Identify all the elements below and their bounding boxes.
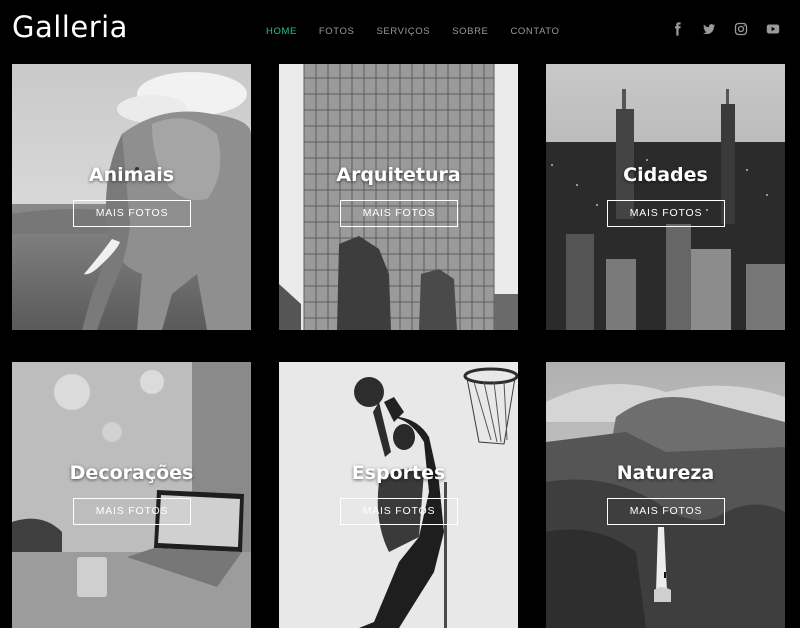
tile-title: Arquitetura (336, 164, 461, 186)
tile-title: Cidades (623, 164, 708, 186)
laptop-desk-photo (12, 362, 251, 628)
tile-title: Esportes (351, 462, 446, 484)
gallery-tile-arquitetura[interactable]: Arquitetura MAIS FOTOS (279, 64, 518, 330)
gallery-tile-cidades[interactable]: Cidades MAIS FOTOS (546, 64, 785, 330)
more-photos-button[interactable]: MAIS FOTOS (340, 200, 458, 227)
elephant-photo (12, 64, 251, 330)
tile-title: Animais (88, 164, 175, 186)
city-skyline-photo (546, 64, 785, 330)
landscape-waterfall-photo (546, 362, 785, 628)
basketball-photo (279, 362, 518, 628)
gallery-tile-natureza[interactable]: Natureza MAIS FOTOS (546, 362, 785, 628)
more-photos-button[interactable]: MAIS FOTOS (340, 498, 458, 525)
building-photo (279, 64, 518, 330)
tile-title: Decorações (69, 462, 194, 484)
more-photos-button[interactable]: MAIS FOTOS (73, 498, 191, 525)
more-photos-button[interactable]: MAIS FOTOS (607, 498, 725, 525)
gallery-grid: Animais MAIS FOTOS Arquitetura MAIS FOTO… (0, 0, 800, 628)
more-photos-button[interactable]: MAIS FOTOS (607, 200, 725, 227)
more-photos-button[interactable]: MAIS FOTOS (73, 200, 191, 227)
gallery-tile-decoracoes[interactable]: Decorações MAIS FOTOS (12, 362, 251, 628)
gallery-tile-esportes[interactable]: Esportes MAIS FOTOS (279, 362, 518, 628)
gallery-tile-animais[interactable]: Animais MAIS FOTOS (12, 64, 251, 330)
tile-title: Natureza (616, 462, 715, 484)
